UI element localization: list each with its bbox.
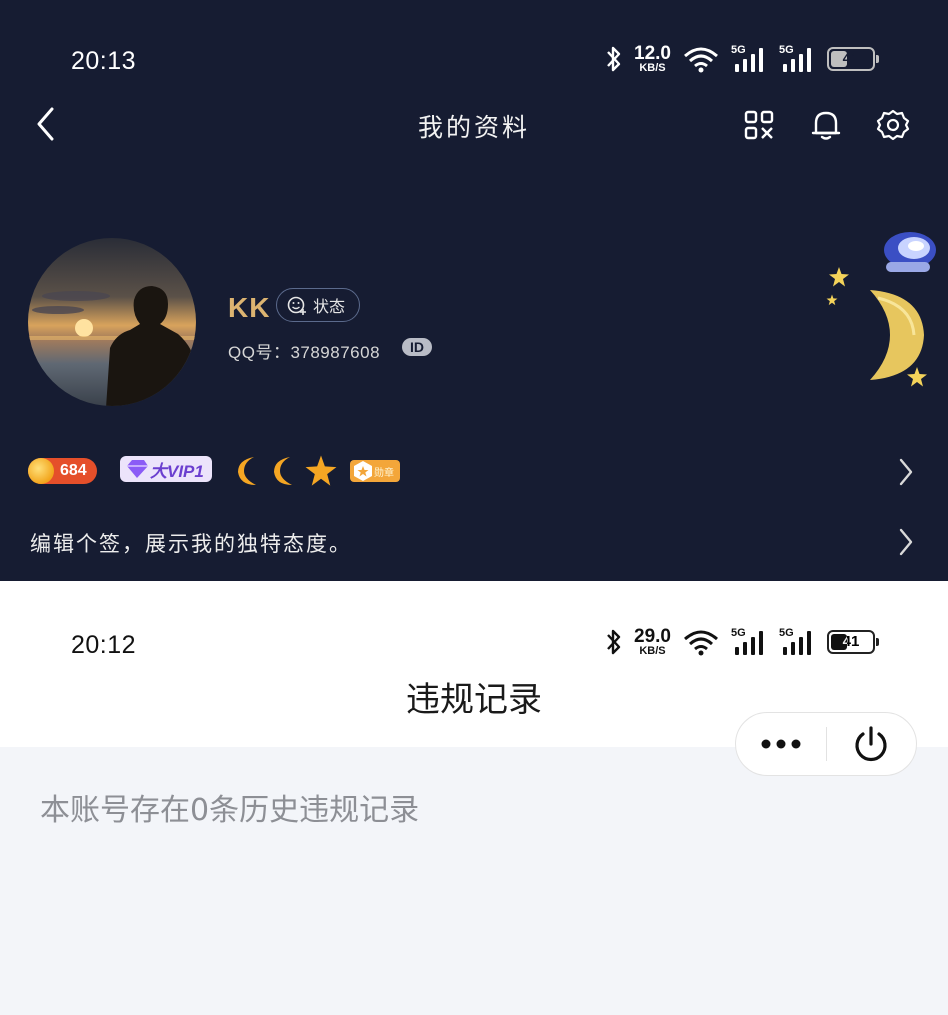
signal-icon: 5G [731, 627, 769, 657]
qq-number: QQ号：378987608 [228, 343, 381, 362]
net-speed-unit: KB/S [639, 645, 666, 657]
smiley-plus-icon [287, 296, 306, 315]
medal-icon [354, 461, 372, 481]
star-icon [829, 267, 849, 287]
nickname: KK [228, 292, 271, 323]
miniapp-capsule [735, 712, 917, 776]
signal-icon: 5G [779, 44, 817, 74]
status-label: 状态 [313, 297, 346, 316]
bluetooth-icon [607, 46, 621, 72]
signal-label: 5G [778, 627, 794, 639]
star-level-icon [305, 455, 337, 486]
power-icon [855, 726, 887, 762]
star-icon [907, 367, 927, 387]
signal-icon: 5G [731, 44, 769, 74]
avatar-image [28, 286, 196, 406]
page-title: 我的资料 [417, 113, 530, 142]
net-speed-value: 12.0 [634, 43, 671, 64]
qr-code-icon[interactable] [744, 110, 774, 140]
signal-icon: 5G [779, 627, 817, 657]
status-button[interactable]: 状态 [276, 288, 361, 322]
chevron-right-icon[interactable] [896, 526, 916, 558]
moon-level-icon [274, 457, 292, 485]
vip-badge[interactable]: 大VIP1 [120, 456, 212, 482]
net-speed: 12.0 KB/S [634, 44, 671, 74]
profile-screen: 20:13 12.0 KB/S 5G 5G 41 我的资料 KK 状态 QQ号：… [0, 0, 948, 581]
record-text: 本账号存在0条历史违规记录 [40, 793, 420, 828]
coin-count: 684 [60, 462, 87, 479]
battery-level: 41 [842, 633, 860, 650]
moon-level-icon [238, 457, 256, 485]
battery-icon: 41 [826, 630, 879, 654]
star-icon [826, 294, 838, 306]
id-badge[interactable]: ID [402, 338, 432, 356]
signature[interactable]: 编辑个签，展示我的独特态度。 [30, 528, 352, 558]
gear-icon[interactable] [876, 108, 910, 142]
content-area: 本账号存在0条历史违规记录 [0, 747, 948, 1015]
vip-diamond-icon [127, 460, 148, 478]
status-time: 20:12 [71, 631, 137, 659]
status-icons: 12.0 KB/S 5G 5G 41 [604, 44, 879, 74]
signal-label: 5G [730, 44, 746, 56]
status-icons: 29.0 KB/S 5G 5G 41 [604, 627, 879, 657]
net-speed: 29.0 KB/S [634, 627, 671, 657]
battery-icon: 41 [826, 47, 879, 71]
net-speed-unit: KB/S [639, 62, 666, 74]
signal-label: 5G [730, 627, 746, 639]
medal-badge[interactable]: 勋章 [350, 460, 400, 482]
astronaut-icon [884, 232, 936, 272]
id-badge-label: ID [402, 338, 432, 356]
close-button[interactable] [827, 713, 917, 775]
bluetooth-icon [607, 629, 621, 655]
wifi-icon [683, 47, 718, 73]
level-icons[interactable] [232, 454, 338, 488]
coin-badge[interactable]: 684 [28, 458, 97, 484]
bell-icon[interactable] [810, 108, 842, 142]
avatar[interactable] [28, 238, 196, 406]
vip-label: 大VIP1 [150, 461, 204, 481]
coin-icon [28, 458, 54, 484]
more-dots-icon [761, 739, 801, 749]
wifi-icon [683, 630, 718, 656]
signal-label: 5G [778, 44, 794, 56]
chevron-right-icon[interactable] [896, 456, 916, 488]
more-button[interactable] [736, 713, 826, 775]
net-speed-value: 29.0 [634, 626, 671, 647]
status-time: 20:13 [71, 47, 137, 75]
battery-level: 41 [842, 50, 860, 67]
medal-label: 勋章 [374, 467, 394, 479]
